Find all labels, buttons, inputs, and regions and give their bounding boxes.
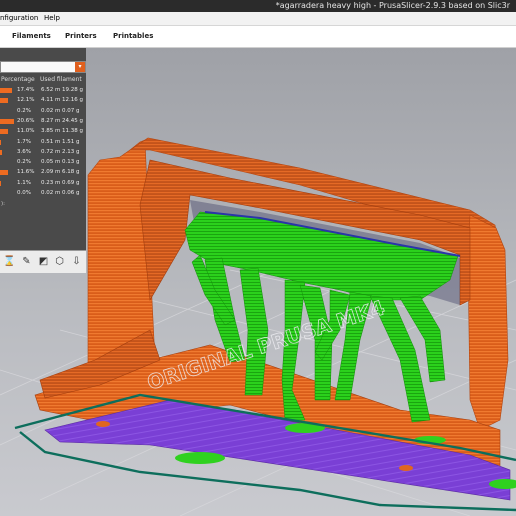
column-header-used-filament: Used filament bbox=[40, 76, 82, 83]
legend-weight: 1.51 g bbox=[62, 138, 80, 145]
usage-bar bbox=[0, 170, 8, 176]
legend-row: 20.6% 8.27 m 24.45 g bbox=[0, 117, 86, 127]
legend-row: 1.1% 0.23 m 0.69 g bbox=[0, 179, 86, 189]
legend-weight: 0.06 g bbox=[62, 190, 80, 196]
cube-icon[interactable]: ⬡ bbox=[53, 254, 66, 270]
usage-bar bbox=[0, 88, 12, 93]
legend-length: 0.72 m bbox=[41, 148, 61, 155]
window-titlebar: *agarradera heavy high - PrusaSlicer-2.9… bbox=[0, 0, 516, 12]
legend-percentage: 0.0% bbox=[17, 190, 31, 196]
support-pad bbox=[175, 452, 225, 464]
legend-percentage: 1.7% bbox=[17, 138, 31, 145]
legend-row: 3.6% 0.72 m 2.13 g bbox=[0, 148, 86, 158]
usage-bar bbox=[0, 149, 2, 155]
menu-help[interactable]: Help bbox=[44, 12, 60, 25]
legend-length: 6.52 m bbox=[41, 87, 61, 93]
legend-weight: 11.38 g bbox=[62, 128, 83, 135]
legend-row: 0.0% 0.02 m 0.06 g bbox=[0, 189, 86, 199]
legend-length: 4.11 m bbox=[41, 97, 61, 104]
menu-bar: nfiguration Help bbox=[0, 12, 516, 26]
legend-percentage: 1.1% bbox=[17, 179, 31, 186]
legend-percentage: 17.4% bbox=[17, 87, 35, 93]
legend-weight: 2.13 g bbox=[62, 148, 80, 155]
legend-row: 12.1% 4.11 m 12.16 g bbox=[0, 96, 86, 106]
legend-row: 11.6% 2.09 m 6.18 g bbox=[0, 168, 86, 178]
tab-printers[interactable]: Printers bbox=[65, 26, 97, 47]
legend-percentage: 12.1% bbox=[17, 97, 35, 104]
usage-bar bbox=[0, 139, 1, 145]
window-title: *agarradera heavy high - PrusaSlicer-2.9… bbox=[275, 1, 510, 10]
menu-configuration[interactable]: nfiguration bbox=[0, 12, 38, 25]
tab-filaments[interactable]: Filaments bbox=[12, 26, 51, 47]
legend-footer: ): bbox=[1, 201, 5, 207]
legend-row: 17.4% 6.52 m 19.28 g bbox=[0, 86, 86, 96]
legend-percentage: 20.6% bbox=[17, 117, 35, 124]
preview-toolbar: ⌛ ✎ ◩ ⬡ ⇩ bbox=[0, 250, 86, 273]
legend-row: 0.2% 0.05 m 0.13 g bbox=[0, 158, 86, 168]
legend-percentage: 11.0% bbox=[17, 128, 35, 135]
view-type-combo[interactable]: ▾ bbox=[0, 61, 86, 73]
legend-weight: 0.69 g bbox=[62, 179, 80, 186]
checker-icon[interactable]: ◩ bbox=[37, 254, 50, 270]
legend-row: 1.7% 0.51 m 1.51 g bbox=[0, 138, 86, 148]
legend-length: 0.02 m bbox=[41, 107, 61, 114]
plate-hole bbox=[399, 465, 413, 471]
legend-length: 2.09 m bbox=[41, 169, 61, 176]
legend-row: 0.2% 0.02 m 0.07 g bbox=[0, 107, 86, 117]
tab-printables[interactable]: Printables bbox=[113, 26, 153, 47]
legend-length: 0.51 m bbox=[41, 138, 61, 145]
legend-row: 11.0% 3.85 m 11.38 g bbox=[0, 127, 86, 137]
legend-length: 0.23 m bbox=[41, 179, 61, 186]
legend-weight: 6.18 g bbox=[62, 169, 80, 176]
legend-percentage: 0.2% bbox=[17, 159, 31, 166]
chevron-down-icon[interactable]: ▾ bbox=[75, 62, 85, 72]
legend-weight: 0.07 g bbox=[62, 107, 80, 114]
column-header-percentage: Percentage bbox=[1, 76, 35, 83]
legend-percentage: 3.6% bbox=[17, 148, 31, 155]
legend-weight: 0.13 g bbox=[62, 159, 80, 166]
export-icon[interactable]: ⇩ bbox=[70, 254, 83, 270]
legend-length: 3.85 m bbox=[41, 128, 61, 135]
usage-bar bbox=[0, 118, 14, 124]
plate-hole bbox=[96, 421, 110, 427]
usage-bar bbox=[0, 98, 8, 104]
usage-bar bbox=[0, 129, 8, 135]
legend-weight: 12.16 g bbox=[62, 97, 83, 104]
legend-length: 8.27 m bbox=[41, 117, 61, 124]
legend-panel: ▾ Percentage Used filament 17.4% 6.52 m 19… bbox=[0, 48, 86, 273]
part-right-wall bbox=[467, 214, 509, 431]
hourglass-icon[interactable]: ⌛ bbox=[3, 254, 16, 270]
legend-percentage: 0.2% bbox=[17, 107, 31, 114]
legend-weight: 19.28 g bbox=[62, 87, 83, 93]
legend-percentage: 11.6% bbox=[17, 169, 35, 176]
legend-weight: 24.45 g bbox=[62, 117, 83, 124]
pencil-icon[interactable]: ✎ bbox=[20, 254, 33, 270]
legend-length: 0.02 m bbox=[41, 190, 61, 196]
tab-bar: Filaments Printers Printables bbox=[0, 26, 516, 48]
legend-length: 0.05 m bbox=[41, 159, 61, 166]
usage-bar bbox=[0, 180, 1, 186]
